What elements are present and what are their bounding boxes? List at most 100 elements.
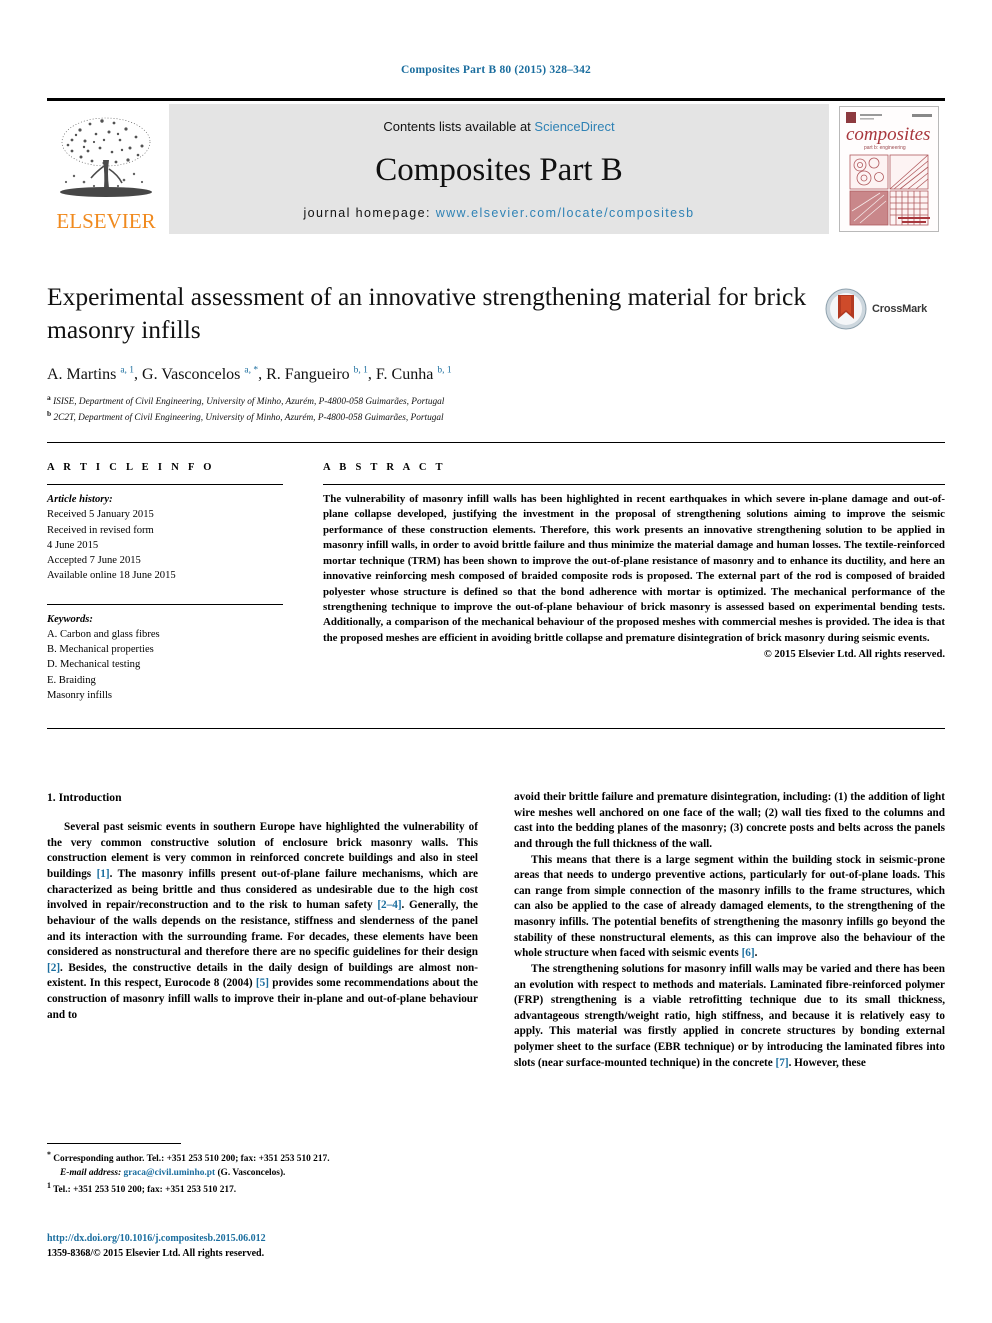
running-head: Composites Part B 80 (2015) 328–342 xyxy=(400,64,592,76)
author-marks: b, 1 xyxy=(437,365,452,376)
email-owner: (G. Vasconcelos). xyxy=(215,1168,286,1179)
journal-cover: composites part b: engineering xyxy=(833,104,945,234)
citation-ref[interactable]: [2] xyxy=(47,962,60,974)
info-band-top-rule xyxy=(47,442,945,443)
crossmark-label: CrossMark xyxy=(872,303,928,315)
contents-prefix: Contents lists available at xyxy=(383,119,535,134)
keyword-item: E. Braiding xyxy=(47,674,96,686)
abstract-column: A B S T R A C T The vulnerability of mas… xyxy=(323,462,945,660)
affiliation-text: 2C2T, Department of Civil Engineering, U… xyxy=(53,412,444,423)
author-list: A. Martins a, 1, G. Vasconcelos a, *, R.… xyxy=(47,365,452,383)
history-item: 4 June 2015 xyxy=(47,539,99,551)
sciencedirect-link[interactable]: ScienceDirect xyxy=(534,119,614,134)
author-name: F. Cunha xyxy=(375,365,434,383)
citation-ref[interactable]: [1] xyxy=(97,868,110,880)
citation-ref[interactable]: [5] xyxy=(256,977,269,989)
footnote-corresponding-author: * Corresponding author. Tel.: +351 253 5… xyxy=(47,1149,457,1180)
paragraph: The strengthening solutions for masonry … xyxy=(514,962,945,1071)
history-item: Accepted 7 June 2015 xyxy=(47,555,141,566)
article-info-column: A R T I C L E I N F O Article history: R… xyxy=(47,462,283,703)
keyword-item: Masonry infills xyxy=(47,689,113,701)
footnote-rule xyxy=(47,1143,181,1144)
body-column-right: avoid their brittle failure and prematur… xyxy=(514,790,945,1071)
keyword-item: B. Mechanical properties xyxy=(47,644,154,655)
footnote-mark-one: 1 xyxy=(47,1181,51,1191)
abstract-copyright: © 2015 Elsevier Ltd. All rights reserved… xyxy=(763,649,945,661)
paper-page: Composites Part B 80 (2015) 328–342 ELSE… xyxy=(0,0,992,1323)
article-info-rule xyxy=(47,484,283,485)
author-name: R. Fangueiro xyxy=(266,365,350,383)
affiliation-item: a ISISE, Department of Civil Engineering… xyxy=(47,393,945,409)
homepage-prefix: journal homepage: xyxy=(303,206,436,220)
article-history: Article history: Received 5 January 2015… xyxy=(47,492,283,584)
author-item: R. Fangueiro b, 1 xyxy=(266,365,368,383)
crossmark-badge[interactable]: CrossMark xyxy=(825,285,943,333)
journal-masthead: ELSEVIER Contents lists available at Sci… xyxy=(47,98,945,234)
contents-available-line: Contents lists available at ScienceDirec… xyxy=(383,119,614,134)
title-block: Experimental assessment of an innovative… xyxy=(47,281,945,425)
keyword-item: A. Carbon and glass fibres xyxy=(47,628,160,640)
affiliation-mark: b xyxy=(47,408,52,418)
paragraph-text: . However, these xyxy=(788,1056,866,1069)
footnote-tel: 1 Tel.: +351 253 510 200; fax: +351 253 … xyxy=(47,1180,457,1197)
paragraph-text: The strengthening solutions for masonry … xyxy=(514,962,945,1069)
body-column-left: 1. Introduction Several past seismic eve… xyxy=(47,790,478,1071)
citation-ref[interactable]: [7] xyxy=(776,1057,789,1069)
affiliation-text: ISISE, Department of Civil Engineering, … xyxy=(53,396,445,407)
author-item: F. Cunha b, 1 xyxy=(375,365,452,383)
abstract-text: The vulnerability of masonry infill wall… xyxy=(323,493,945,644)
history-item: Received 5 January 2015 xyxy=(47,509,154,521)
journal-homepage-line: journal homepage: www.elsevier.com/locat… xyxy=(303,206,694,220)
email-link[interactable]: graca@civil.uminho.pt xyxy=(124,1168,216,1178)
elsevier-wordmark: ELSEVIER xyxy=(56,209,156,233)
paragraph-text: This means that there is a large segment… xyxy=(514,853,945,960)
citation-ref[interactable]: [2–4] xyxy=(377,899,401,911)
keywords-rule xyxy=(47,603,283,605)
keywords-block: Keywords: A. Carbon and glass fibres B. … xyxy=(47,603,283,704)
paragraph-text: . xyxy=(754,947,758,960)
page-title: Experimental assessment of an innovative… xyxy=(47,282,807,344)
issn-copyright-line: 1359-8368/© 2015 Elsevier Ltd. All right… xyxy=(47,1248,265,1259)
paragraph: This means that there is a large segment… xyxy=(514,853,945,962)
footnotes-block: * Corresponding author. Tel.: +351 253 5… xyxy=(47,1143,457,1198)
history-item: Received in revised form xyxy=(47,524,154,536)
info-band-bottom-rule xyxy=(47,728,945,729)
abstract-heading: A B S T R A C T xyxy=(323,462,446,473)
author-item: G. Vasconcelos a, * xyxy=(142,365,259,383)
journal-cover-thumbnail: composites part b: engineering xyxy=(839,106,939,232)
footnote-text: Corresponding author. Tel.: +351 253 510… xyxy=(53,1154,330,1165)
footnote-mark-star: * xyxy=(47,1150,51,1159)
author-name: G. Vasconcelos xyxy=(142,365,241,383)
journal-title: Composites Part B xyxy=(375,151,623,188)
affiliation-mark: a xyxy=(47,392,51,402)
email-label: E-mail address: xyxy=(60,1168,122,1179)
author-name: A. Martins xyxy=(47,365,117,383)
author-marks: a, * xyxy=(244,365,259,376)
journal-homepage-link[interactable]: www.elsevier.com/locate/compositesb xyxy=(436,206,695,220)
paragraph: Several past seismic events in southern … xyxy=(47,820,478,1023)
author-marks: b, 1 xyxy=(353,365,368,376)
elsevier-logo: ELSEVIER xyxy=(47,104,165,234)
cover-art-icon: composites part b: engineering xyxy=(840,107,938,231)
svg-text:part b: engineering: part b: engineering xyxy=(864,145,906,151)
elsevier-tree-icon xyxy=(60,117,152,197)
article-history-label: Article history: xyxy=(47,494,113,505)
crossmark-icon xyxy=(825,288,867,330)
doi-link[interactable]: http://dx.doi.org/10.1016/j.compositesb.… xyxy=(47,1231,467,1246)
section-heading-introduction: 1. Introduction xyxy=(47,791,122,804)
keyword-item: D. Mechanical testing xyxy=(47,659,141,671)
author-item: A. Martins a, 1 xyxy=(47,365,135,383)
history-item: Available online 18 June 2015 xyxy=(47,570,176,582)
masthead-center: Contents lists available at ScienceDirec… xyxy=(169,104,829,234)
doi-block: http://dx.doi.org/10.1016/j.compositesb.… xyxy=(47,1231,467,1261)
author-marks: a, 1 xyxy=(120,365,135,376)
article-info-heading: A R T I C L E I N F O xyxy=(47,462,215,473)
keywords-label: Keywords: xyxy=(47,613,93,625)
svg-text:composites: composites xyxy=(846,124,930,145)
abstract-rule xyxy=(323,484,945,485)
affiliation-item: b 2C2T, Department of Civil Engineering,… xyxy=(47,409,945,425)
citation-ref[interactable]: [6] xyxy=(742,947,755,959)
paragraph: avoid their brittle failure and prematur… xyxy=(514,791,945,850)
keywords-list: Keywords: A. Carbon and glass fibres B. … xyxy=(47,612,283,704)
body-columns: 1. Introduction Several past seismic eve… xyxy=(47,790,945,1071)
